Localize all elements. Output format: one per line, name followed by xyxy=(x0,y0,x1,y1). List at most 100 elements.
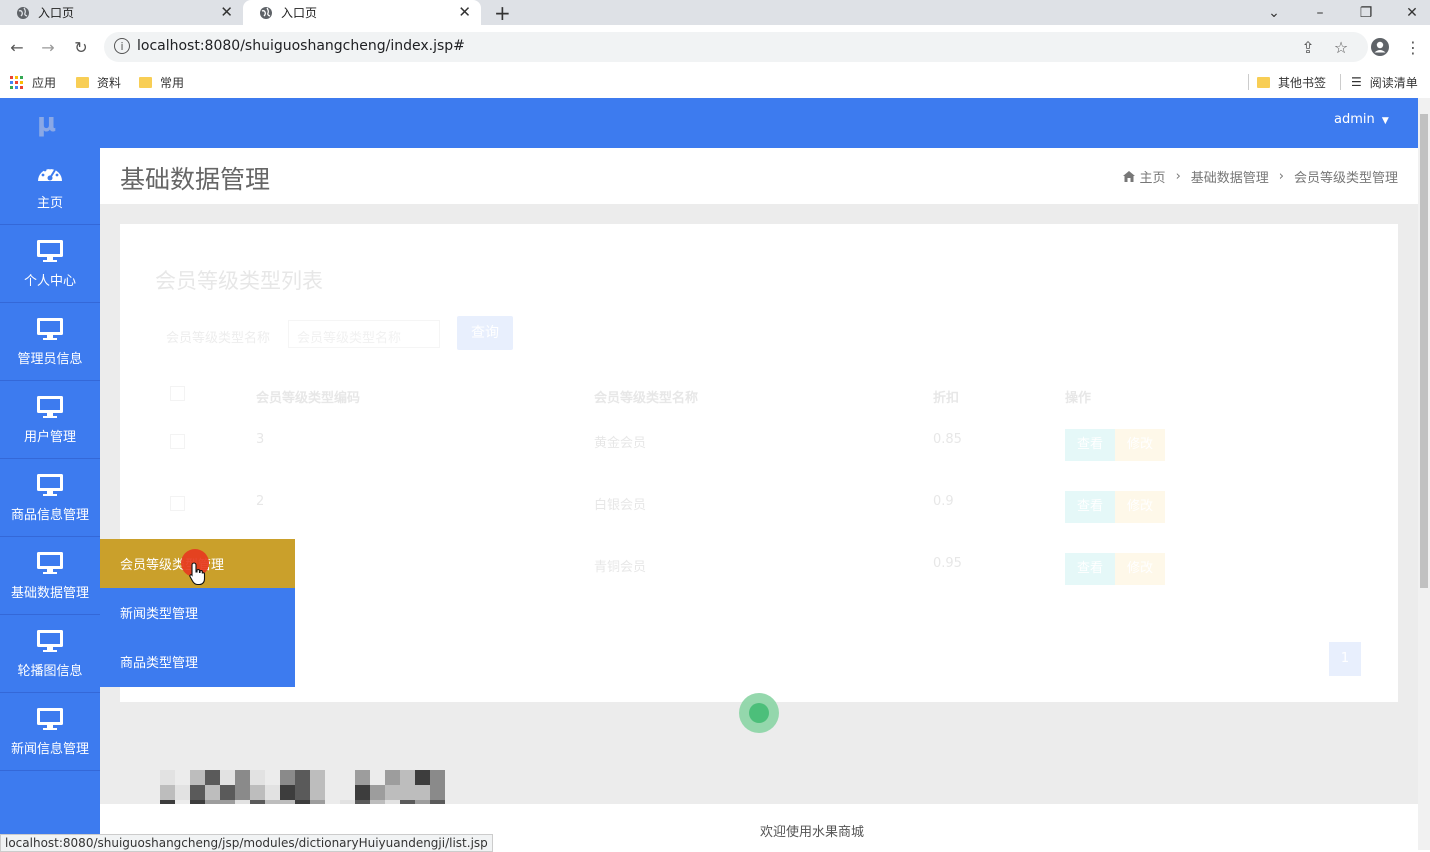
share-icon[interactable]: ⇪ xyxy=(1297,36,1319,58)
sidebar-item-news[interactable]: 新闻信息管理 xyxy=(0,694,100,771)
mosaic-cell xyxy=(355,785,370,800)
edit-button[interactable]: 修改 xyxy=(1115,553,1165,585)
forward-icon[interactable]: → xyxy=(37,36,59,58)
mosaic-cell xyxy=(205,785,220,800)
mosaic-cell xyxy=(400,785,415,800)
bookmarks-bar xyxy=(0,69,1430,97)
mosaic-cell xyxy=(415,770,430,785)
view-button[interactable]: 查看 xyxy=(1065,429,1115,461)
close-tab-icon[interactable]: ✕ xyxy=(220,3,233,21)
new-tab-icon[interactable]: + xyxy=(494,1,511,25)
breadcrumb-current: 会员等级类型管理 xyxy=(1293,171,1398,186)
restore-icon[interactable]: ❐ xyxy=(1343,0,1389,25)
sidebar-item-label: 主页 xyxy=(36,196,63,211)
bookmark-folder[interactable]: 资料 xyxy=(76,72,121,92)
breadcrumb-section[interactable]: 基础数据管理 xyxy=(1191,167,1269,186)
user-menu[interactable]: admin ▼ xyxy=(1334,112,1389,127)
close-window-icon[interactable]: ✕ xyxy=(1389,0,1430,25)
tab-title: 入口页 xyxy=(38,6,75,20)
scrollbar-thumb[interactable] xyxy=(1420,114,1428,588)
bookmark-folder[interactable]: 常用 xyxy=(139,72,184,92)
browser-tab-active[interactable]: 入口页 ✕ xyxy=(243,0,481,25)
cell-name: 黄金会员 xyxy=(594,436,647,451)
mosaic-cell xyxy=(385,785,400,800)
edit-button[interactable]: 修改 xyxy=(1115,491,1165,523)
home-icon xyxy=(1122,171,1135,182)
sidebar-item-basic-data[interactable]: 基础数据管理 xyxy=(0,538,100,615)
dashboard-icon xyxy=(36,161,64,192)
tab-search-icon[interactable]: ⌄ xyxy=(1251,0,1297,25)
mosaic-cell xyxy=(310,785,325,800)
view-button[interactable]: 查看 xyxy=(1065,491,1115,523)
bookmark-apps[interactable]: 应用 xyxy=(10,72,56,92)
search-label: 会员等级类型名称 xyxy=(166,331,271,346)
mosaic-cell xyxy=(385,770,400,785)
loading-spinner-core xyxy=(749,703,769,723)
cell-discount: 0.9 xyxy=(933,494,954,509)
sidebar-item-products[interactable]: 商品信息管理 xyxy=(0,460,100,537)
back-icon[interactable]: ← xyxy=(6,36,28,58)
monitor-icon xyxy=(36,395,64,426)
mosaic-cell xyxy=(400,770,415,785)
mosaic-cell xyxy=(220,770,235,785)
monitor-icon xyxy=(36,629,64,660)
breadcrumb-home[interactable]: 主页 xyxy=(1140,167,1166,186)
row-checkbox[interactable] xyxy=(170,496,185,511)
browser-tab[interactable]: 入口页 ✕ xyxy=(0,0,243,25)
mosaic-cell xyxy=(295,770,310,785)
profile-icon[interactable] xyxy=(1369,36,1391,58)
minimize-icon[interactable]: – xyxy=(1297,0,1343,25)
view-button[interactable]: 查看 xyxy=(1065,553,1115,585)
mosaic-cell xyxy=(235,785,250,800)
sidebar-item-label: 管理员信息 xyxy=(17,352,83,367)
url-text[interactable]: localhost:8080/shuiguoshangcheng/index.j… xyxy=(137,38,465,54)
mosaic-cell xyxy=(355,770,370,785)
mosaic-cell xyxy=(205,770,220,785)
footer-text: 欢迎使用水果商城 xyxy=(760,825,865,840)
pagination-page-button[interactable]: 1 xyxy=(1329,642,1361,676)
sidebar-item-label: 个人中心 xyxy=(23,274,76,289)
reload-icon[interactable]: ↻ xyxy=(70,36,92,58)
caret-down-icon: ▼ xyxy=(1381,116,1389,126)
edit-button[interactable]: 修改 xyxy=(1115,429,1165,461)
mosaic-cell xyxy=(430,785,445,800)
mosaic-cell xyxy=(250,785,265,800)
row-checkbox[interactable] xyxy=(170,434,185,449)
monitor-icon xyxy=(36,317,64,348)
bookmark-label: 资料 xyxy=(97,75,122,90)
bookmark-label: 应用 xyxy=(32,75,57,90)
close-tab-icon[interactable]: ✕ xyxy=(458,3,471,21)
breadcrumb: 主页 › 基础数据管理 › 会员等级类型管理 xyxy=(1122,167,1398,186)
folder-icon xyxy=(139,76,152,88)
sidebar-item-home[interactable]: 主页 xyxy=(0,148,100,225)
sidebar-item-label: 商品信息管理 xyxy=(10,508,89,523)
folder-icon xyxy=(76,76,89,88)
sidebar-item-users[interactable]: 用户管理 xyxy=(0,382,100,459)
user-name: admin xyxy=(1334,112,1375,127)
sidebar-item-admin-info[interactable]: 管理员信息 xyxy=(0,304,100,381)
cell-name: 青铜会员 xyxy=(594,560,647,575)
site-info-icon[interactable]: i xyxy=(114,38,130,54)
submenu-item-product-type[interactable]: 商品类型管理 xyxy=(100,637,295,686)
sidebar-item-carousel[interactable]: 轮播图信息 xyxy=(0,616,100,693)
search-button[interactable]: 查询 xyxy=(457,316,513,350)
mosaic-cell xyxy=(175,785,190,800)
search-input[interactable]: 会员等级类型名称 xyxy=(288,320,440,348)
cell-code: 2 xyxy=(256,494,265,509)
select-all-checkbox[interactable] xyxy=(170,386,185,401)
app-topbar xyxy=(0,98,1418,148)
submenu-item-label: 新闻类型管理 xyxy=(120,607,199,622)
bookmark-other[interactable]: 其他书签 xyxy=(1248,72,1326,92)
reading-list[interactable]: ☰ 阅读清单 xyxy=(1340,72,1418,92)
sidebar-item-profile[interactable]: 个人中心 xyxy=(0,226,100,303)
sidebar-item-label: 新闻信息管理 xyxy=(10,742,89,757)
bookmark-label: 常用 xyxy=(160,75,185,90)
divider xyxy=(1248,74,1249,90)
apps-grid-icon xyxy=(10,75,23,89)
submenu-item-news-type[interactable]: 新闻类型管理 xyxy=(100,588,295,637)
app-logo: μ xyxy=(37,108,57,138)
bookmark-star-icon[interactable]: ☆ xyxy=(1330,36,1352,58)
mosaic-cell xyxy=(190,785,205,800)
cell-code: 3 xyxy=(256,432,265,447)
browser-menu-icon[interactable]: ⋮ xyxy=(1402,36,1424,58)
